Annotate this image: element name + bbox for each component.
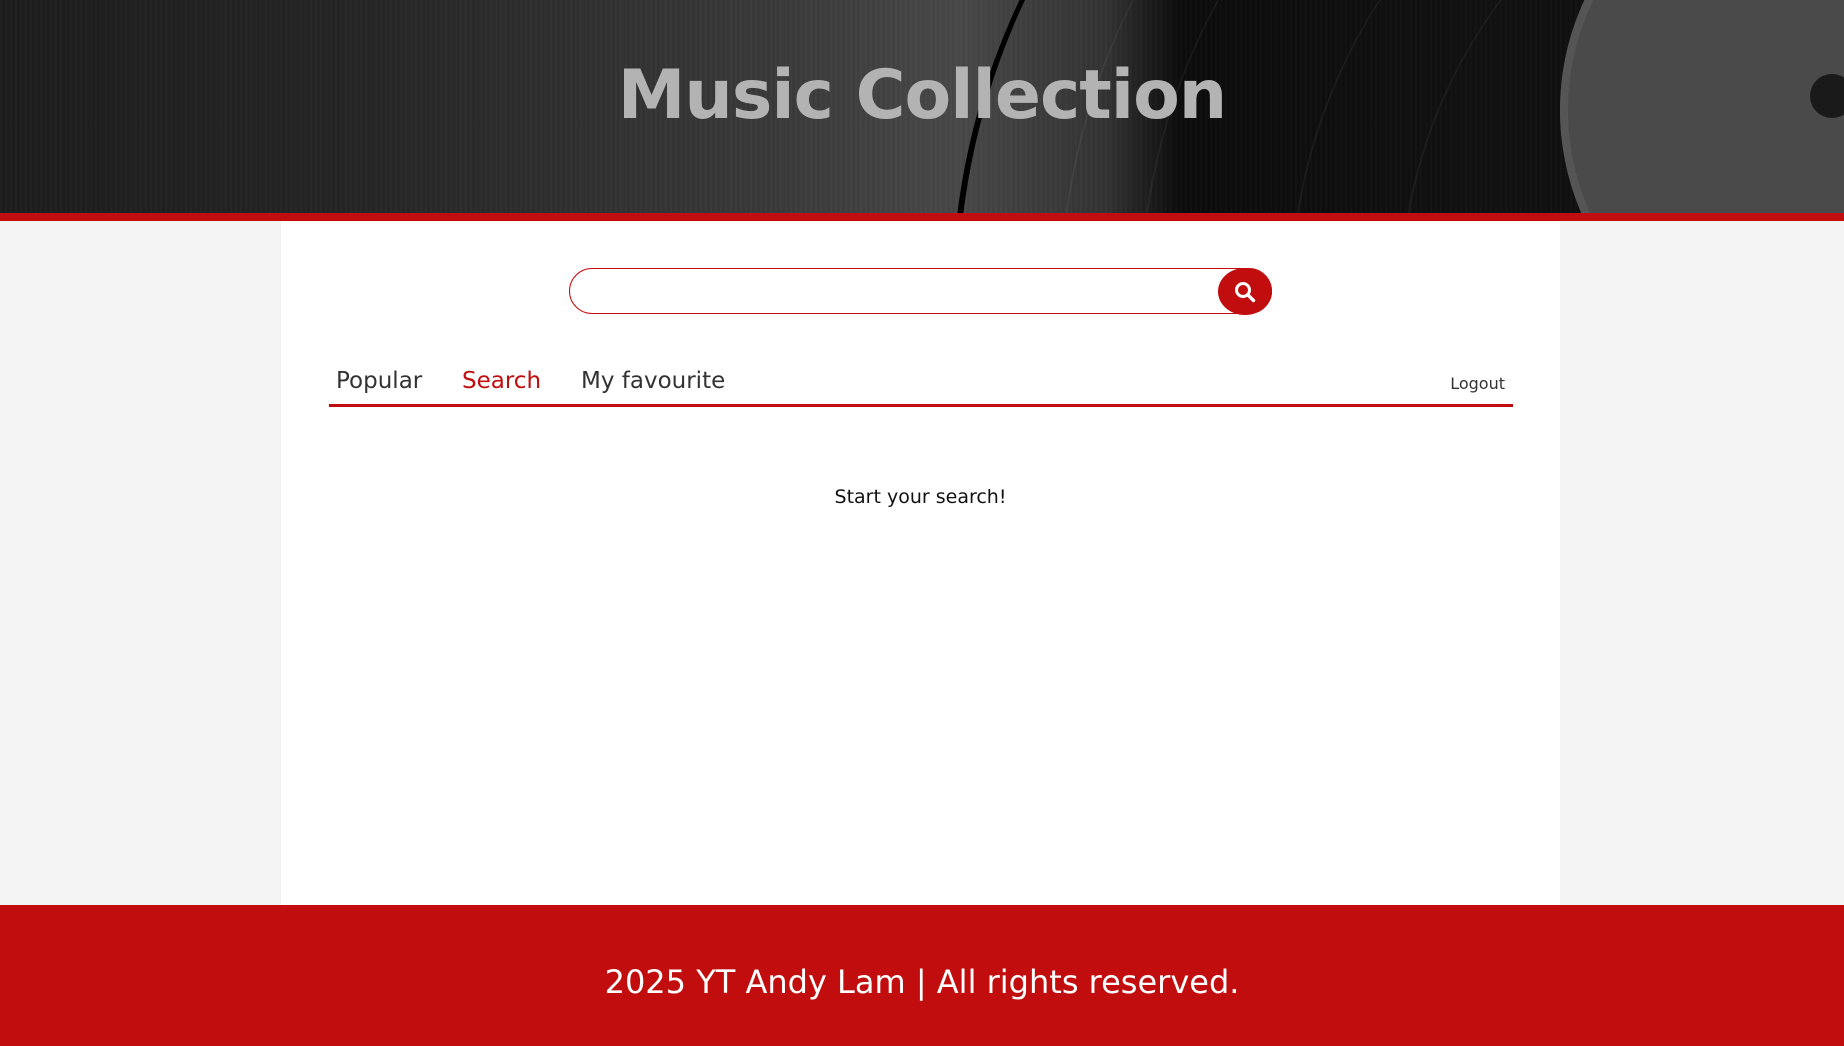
search-button[interactable] xyxy=(1218,268,1272,315)
main-panel: Popular Search My favourite Logout Start… xyxy=(281,221,1560,905)
footer-copyright: 2025 YT Andy Lam | All rights reserved. xyxy=(604,963,1240,1001)
tab-my-favourite[interactable]: My favourite xyxy=(581,368,725,394)
logout-link[interactable]: Logout xyxy=(1450,374,1505,393)
tab-bar: Popular Search My favourite Logout xyxy=(329,364,1513,407)
tab-search[interactable]: Search xyxy=(462,368,541,394)
search-input[interactable] xyxy=(588,269,1192,315)
search-icon xyxy=(1235,282,1256,303)
search-bar xyxy=(569,268,1272,315)
page: Music Collection Popular Search My favou… xyxy=(0,0,1844,1046)
header-banner: Music Collection xyxy=(0,0,1844,213)
tab-popular[interactable]: Popular xyxy=(336,368,422,394)
footer: 2025 YT Andy Lam | All rights reserved. xyxy=(0,905,1844,1046)
page-title: Music Collection xyxy=(617,56,1227,135)
empty-state-message: Start your search! xyxy=(834,486,1007,508)
header-divider xyxy=(0,213,1844,221)
